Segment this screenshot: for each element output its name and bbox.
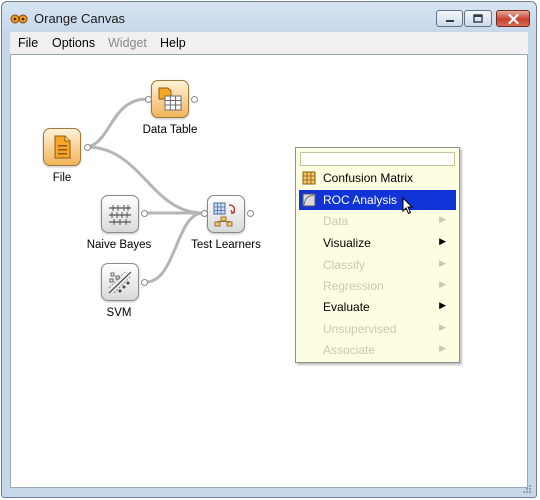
- test-learners-output-port[interactable]: [247, 210, 254, 217]
- submenu-arrow-icon: ▶: [439, 258, 446, 268]
- submenu-arrow-icon: ▶: [439, 236, 446, 246]
- submenu-arrow-icon: ▶: [439, 279, 446, 289]
- naive-bayes-output-port[interactable]: [141, 210, 148, 217]
- test-learners-widget-label: Test Learners: [191, 239, 261, 251]
- menu-widget: Widget: [108, 36, 147, 50]
- widget-search-popup: Confusion Matrix ROC Analysis Data ▶ Vis…: [295, 147, 460, 363]
- menu-help[interactable]: Help: [160, 36, 186, 50]
- data-table-widget-label: Data Table: [142, 124, 198, 136]
- naive-bayes-widget[interactable]: [101, 195, 139, 233]
- menu-file[interactable]: File: [18, 36, 38, 50]
- maximize-icon: [473, 14, 483, 23]
- schema-canvas[interactable]: File Data Table Naive Bayes Test Learner…: [10, 54, 528, 488]
- test-learners-input-port[interactable]: [201, 210, 208, 217]
- svm-widget[interactable]: [101, 263, 139, 301]
- link-file-datatable: [86, 97, 148, 149]
- file-widget-label: File: [52, 172, 72, 184]
- popup-submenu-evaluate[interactable]: Evaluate ▶: [299, 297, 456, 317]
- test-learners-icon: [213, 202, 236, 227]
- popup-item-label: ROC Analysis: [323, 193, 398, 207]
- popup-item-label: Unsupervised: [323, 322, 397, 336]
- submenu-arrow-icon: ▶: [439, 343, 446, 353]
- svm-output-port[interactable]: [141, 279, 148, 286]
- window-title: Orange Canvas: [34, 11, 126, 26]
- popup-item-roc-analysis[interactable]: ROC Analysis: [299, 190, 456, 210]
- close-button[interactable]: [496, 10, 530, 27]
- popup-item-label: Confusion Matrix: [323, 171, 414, 185]
- roc-analysis-icon: [302, 193, 316, 207]
- mouse-cursor-icon: [402, 197, 414, 215]
- data-table-output-port[interactable]: [191, 96, 198, 103]
- popup-item-label: Evaluate: [323, 300, 370, 314]
- submenu-arrow-icon: ▶: [439, 214, 446, 224]
- popup-search-input[interactable]: [300, 152, 455, 166]
- file-widget-icon: [54, 135, 71, 159]
- popup-item-label: Associate: [323, 343, 376, 357]
- svm-widget-label: SVM: [106, 307, 132, 319]
- popup-submenu-data: Data ▶: [299, 211, 456, 231]
- naive-bayes-icon: [109, 205, 131, 225]
- close-icon: [507, 13, 519, 24]
- data-table-widget[interactable]: [151, 80, 189, 118]
- popup-item-confusion-matrix[interactable]: Confusion Matrix: [299, 168, 456, 188]
- submenu-arrow-icon: ▶: [439, 322, 446, 332]
- menu-options[interactable]: Options: [52, 36, 95, 50]
- file-output-port[interactable]: [84, 144, 91, 151]
- app-window: Orange Canvas File Options Widget Help F…: [1, 1, 537, 498]
- naive-bayes-widget-label: Naive Bayes: [86, 239, 152, 251]
- popup-submenu-associate: Associate ▶: [299, 340, 456, 360]
- svm-icon: [108, 270, 132, 294]
- popup-item-label: Data: [323, 214, 349, 228]
- minimize-button[interactable]: [436, 10, 463, 27]
- resize-grip-icon[interactable]: [521, 483, 532, 494]
- maximize-button[interactable]: [464, 10, 492, 27]
- minimize-icon: [445, 19, 454, 22]
- popup-submenu-classify: Classify ▶: [299, 255, 456, 275]
- popup-submenu-unsupervised: Unsupervised ▶: [299, 319, 456, 339]
- confusion-matrix-icon: [302, 171, 316, 185]
- orange-app-icon: [10, 14, 28, 24]
- test-learners-widget[interactable]: [207, 195, 245, 233]
- submenu-arrow-icon: ▶: [439, 300, 446, 310]
- popup-item-label: Classify: [323, 258, 366, 272]
- data-table-input-port[interactable]: [145, 96, 152, 103]
- popup-submenu-regression: Regression ▶: [299, 276, 456, 296]
- menu-bar: File Options Widget Help: [10, 32, 528, 54]
- popup-item-label: Visualize: [323, 236, 371, 250]
- data-table-icon: [158, 87, 182, 111]
- popup-submenu-visualize[interactable]: Visualize ▶: [299, 233, 456, 253]
- title-bar[interactable]: Orange Canvas: [2, 2, 536, 32]
- file-widget[interactable]: [43, 128, 81, 166]
- popup-item-label: Regression: [323, 279, 384, 293]
